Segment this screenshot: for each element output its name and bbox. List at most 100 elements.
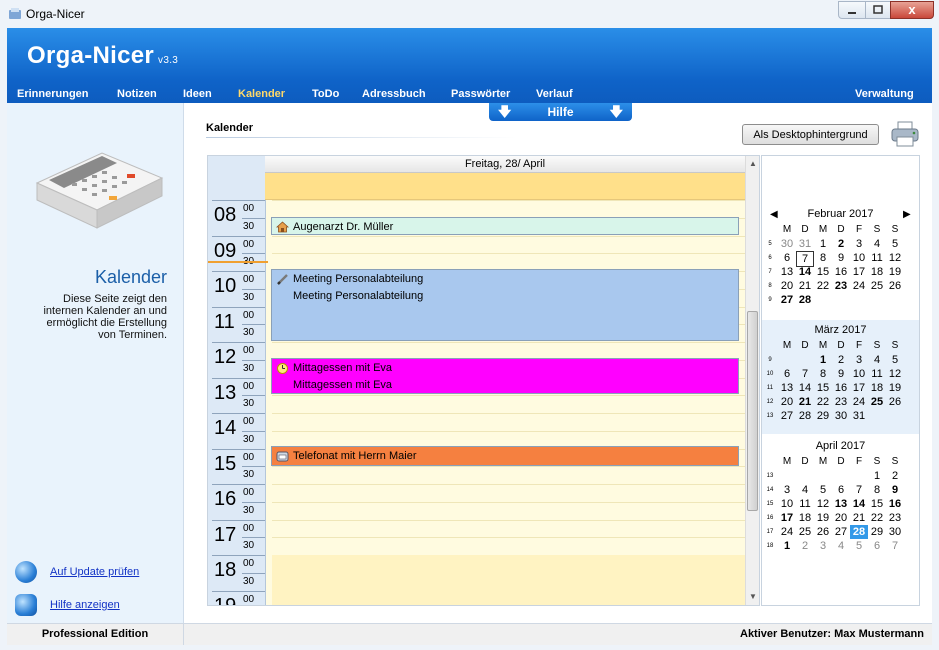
mini-day-cell[interactable]: 14 (796, 265, 814, 279)
mini-day-cell[interactable]: 1 (814, 237, 832, 251)
scroll-thumb[interactable] (747, 311, 758, 511)
mini-day-cell[interactable]: 30 (832, 409, 850, 423)
mini-day-cell[interactable]: 18 (868, 381, 886, 395)
mini-day-cell[interactable]: 16 (886, 497, 904, 511)
nav-adressbuch[interactable]: Adressbuch (362, 88, 426, 100)
mini-day-cell[interactable]: 30 (778, 237, 796, 251)
mini-day-cell[interactable]: 21 (850, 511, 868, 525)
calendar-event[interactable]: Mittagessen mit Eva Mittagessen mit Eva (271, 358, 739, 394)
mini-day-cell[interactable]: 13 (778, 381, 796, 395)
mini-day-cell[interactable]: 11 (868, 251, 886, 265)
maximize-button[interactable] (865, 1, 891, 19)
mini-day-cell[interactable]: 19 (886, 381, 904, 395)
mini-day-cell[interactable]: 24 (778, 525, 796, 539)
mini-day-cell[interactable]: 26 (814, 525, 832, 539)
mini-day-cell[interactable]: 25 (868, 395, 886, 409)
printer-icon[interactable] (890, 120, 920, 148)
mini-day-cell[interactable]: 8 (814, 367, 832, 381)
mini-day-cell[interactable]: 18 (796, 511, 814, 525)
mini-day-cell[interactable]: 28 (796, 409, 814, 423)
mini-day-cell[interactable]: 12 (886, 251, 904, 265)
mini-day-cell[interactable]: 9 (832, 251, 850, 265)
calendar-event[interactable]: Augenarzt Dr. Müller (271, 217, 739, 235)
mini-day-cell[interactable]: 3 (850, 353, 868, 367)
mini-day-cell[interactable]: 9 (832, 367, 850, 381)
mini-day-cell[interactable]: 10 (778, 497, 796, 511)
mini-day-cell[interactable]: 14 (850, 497, 868, 511)
mini-day-cell[interactable]: 31 (796, 237, 814, 251)
mini-day-cell[interactable]: 16 (832, 265, 850, 279)
mini-day-cell[interactable]: 21 (796, 279, 814, 293)
mini-day-cell[interactable]: 2 (832, 353, 850, 367)
mini-day-cell[interactable]: 28 (796, 293, 814, 307)
mini-day-cell[interactable]: 26 (886, 395, 904, 409)
mini-day-cell[interactable]: 4 (868, 353, 886, 367)
mini-day-cell[interactable]: 31 (850, 409, 868, 423)
mini-day-cell[interactable]: 1 (778, 539, 796, 553)
mini-day-cell[interactable]: 5 (850, 539, 868, 553)
mini-day-cell[interactable]: 16 (832, 381, 850, 395)
mini-day-cell[interactable]: 20 (778, 279, 796, 293)
mini-day-cell[interactable]: 7 (886, 539, 904, 553)
mini-day-cell[interactable]: 11 (868, 367, 886, 381)
mini-day-cell[interactable]: 18 (868, 265, 886, 279)
mini-day-cell[interactable]: 6 (868, 539, 886, 553)
mini-day-cell[interactable]: 5 (886, 353, 904, 367)
mini-day-cell[interactable]: 19 (886, 265, 904, 279)
calendar-event[interactable]: Meeting Personalabteilung Meeting Persona… (271, 269, 739, 341)
mini-day-cell[interactable]: 12 (886, 367, 904, 381)
nav-verlauf[interactable]: Verlauf (536, 88, 573, 100)
mini-day-cell[interactable]: 17 (778, 511, 796, 525)
mini-day-cell[interactable]: 7 (850, 483, 868, 497)
mini-day-cell[interactable]: 30 (886, 525, 904, 539)
mini-day-cell[interactable]: 5 (814, 483, 832, 497)
mini-day-cell[interactable]: 28 (850, 525, 868, 539)
mini-day-cell[interactable]: 26 (886, 279, 904, 293)
mini-day-cell[interactable]: 5 (886, 237, 904, 251)
prev-month-icon[interactable]: ◀ (770, 209, 778, 220)
mini-day-cell[interactable]: 20 (832, 511, 850, 525)
mini-day-cell[interactable]: 22 (868, 511, 886, 525)
time-slots[interactable] (266, 200, 745, 605)
mini-day-cell[interactable]: 24 (850, 279, 868, 293)
mini-day-cell[interactable]: 6 (778, 251, 796, 265)
mini-day-cell[interactable]: 2 (796, 539, 814, 553)
mini-day-cell[interactable]: 22 (814, 279, 832, 293)
minimize-button[interactable] (838, 1, 866, 19)
mini-day-cell[interactable]: 21 (796, 395, 814, 409)
nav-kalender[interactable]: Kalender (238, 88, 285, 100)
mini-day-cell[interactable]: 23 (886, 511, 904, 525)
mini-day-cell[interactable]: 24 (850, 395, 868, 409)
mini-day-cell[interactable]: 25 (868, 279, 886, 293)
mini-day-cell[interactable]: 17 (850, 381, 868, 395)
mini-day-cell[interactable]: 3 (778, 483, 796, 497)
mini-day-cell[interactable]: 19 (814, 511, 832, 525)
mini-day-cell[interactable]: 23 (832, 395, 850, 409)
close-button[interactable]: x (890, 1, 934, 19)
scroll-up-icon[interactable]: ▲ (749, 159, 757, 168)
nav-verwaltung[interactable]: Verwaltung (855, 88, 914, 100)
mini-day-cell[interactable]: 13 (832, 497, 850, 511)
nav-erinnerungen[interactable]: Erinnerungen (17, 88, 89, 100)
window-titlebar[interactable]: Orga-Nicer x (0, 0, 939, 29)
mini-day-cell[interactable]: 13 (778, 265, 796, 279)
show-help-link[interactable]: Hilfe anzeigen (50, 599, 120, 611)
mini-day-cell[interactable]: 9 (886, 483, 904, 497)
mini-day-cell[interactable]: 27 (832, 525, 850, 539)
mini-day-cell[interactable]: 1 (814, 353, 832, 367)
all-day-area[interactable] (265, 173, 745, 200)
mini-day-cell[interactable]: 14 (796, 381, 814, 395)
mini-day-cell[interactable]: 4 (796, 483, 814, 497)
help-tab[interactable]: 🡇 Hilfe 🡇 (489, 103, 632, 121)
mini-day-cell[interactable]: 4 (832, 539, 850, 553)
nav-notizen[interactable]: Notizen (117, 88, 157, 100)
mini-day-cell[interactable]: 10 (850, 251, 868, 265)
set-desktop-background-button[interactable]: Als Desktophintergrund (742, 124, 879, 145)
mini-day-cell[interactable]: 4 (868, 237, 886, 251)
mini-day-cell[interactable]: 29 (868, 525, 886, 539)
mini-day-cell[interactable]: 11 (796, 497, 814, 511)
mini-day-cell[interactable]: 10 (850, 367, 868, 381)
next-month-icon[interactable]: ▶ (903, 209, 911, 220)
mini-day-cell[interactable]: 22 (814, 395, 832, 409)
mini-day-cell[interactable]: 15 (814, 381, 832, 395)
